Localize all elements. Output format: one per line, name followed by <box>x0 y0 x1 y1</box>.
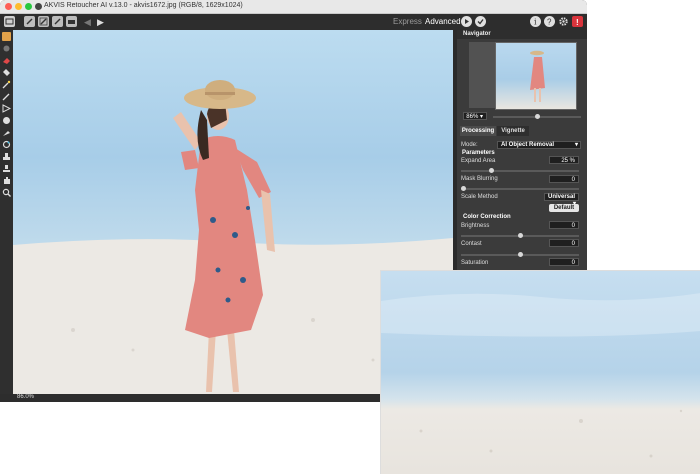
scale-method-select[interactable]: Universal▾ <box>544 193 579 207</box>
svg-text:?: ? <box>547 18 552 27</box>
title-bar: AKVIS Retoucher AI v.13.0 - akvis1672.jp… <box>0 0 587 14</box>
patch-icon[interactable] <box>2 164 11 173</box>
expand-area-slider[interactable] <box>461 170 579 172</box>
minimize-window-button[interactable] <box>15 3 22 10</box>
app-icon <box>35 3 42 10</box>
settings-icon[interactable] <box>558 16 569 27</box>
main-toolbar: ◀ ▶ Express Advanced i ? ! <box>0 14 587 30</box>
bucket-icon[interactable] <box>2 68 11 77</box>
expand-area-label: Expand Area <box>461 158 496 164</box>
tab-vignette[interactable]: Vignette <box>497 126 529 136</box>
navigator-shade <box>469 42 495 108</box>
color-correction-title: Color Correction <box>463 214 511 220</box>
navigator-title: Navigator <box>463 31 491 37</box>
brush-icon[interactable] <box>2 44 11 53</box>
edit-alt-icon[interactable] <box>38 16 49 27</box>
mask-blurring-field[interactable]: 0 <box>549 175 579 183</box>
navigator-header: Navigator <box>457 30 587 39</box>
navigator-zoom-knob[interactable] <box>535 114 540 119</box>
notifications-icon[interactable]: ! <box>572 16 583 27</box>
brush-alt-icon[interactable] <box>2 128 11 137</box>
svg-text:!: ! <box>576 18 579 26</box>
brightness-label: Brightness <box>461 223 490 229</box>
navigator-thumbnail[interactable] <box>495 42 577 110</box>
selection-icon[interactable] <box>2 116 11 125</box>
default-button[interactable]: Default <box>549 204 579 212</box>
result-preview-image <box>380 270 700 474</box>
zoom-status: 86.0% <box>17 394 35 400</box>
navigator-zoom-value: 86% <box>466 114 479 120</box>
lasso-icon[interactable] <box>2 104 11 113</box>
mask-blurring-label: Mask Blurring <box>461 176 498 182</box>
print-icon[interactable] <box>66 16 77 27</box>
scale-method-label: Scale Method <box>461 194 498 200</box>
parameters-title: Parameters <box>462 150 495 156</box>
navigator-preview-image <box>530 50 545 102</box>
apply-icon[interactable] <box>475 16 486 27</box>
open-icon[interactable] <box>4 16 15 27</box>
stamp-icon[interactable] <box>2 152 11 161</box>
mode-express-button[interactable]: Express <box>393 17 422 26</box>
mode-label: Mode: <box>461 142 478 148</box>
info-icon[interactable]: i <box>530 16 541 27</box>
expand-area-field[interactable]: 25 % <box>549 156 579 164</box>
edit-icon[interactable] <box>24 16 35 27</box>
magic-wand-icon[interactable] <box>2 80 11 89</box>
expand-area-knob[interactable] <box>489 168 495 173</box>
close-window-button[interactable] <box>5 3 12 10</box>
saturation-field[interactable]: 0 <box>549 258 579 266</box>
empty-beach-photo <box>381 293 700 458</box>
chevron-down-icon: ▾ <box>574 142 578 148</box>
svg-text:i: i <box>534 18 537 27</box>
contrast-label: Contast <box>461 241 482 247</box>
redo-icon[interactable]: ▶ <box>97 17 104 28</box>
mask-blurring-knob[interactable] <box>461 186 466 191</box>
batch-icon[interactable] <box>52 16 63 27</box>
mode-select[interactable]: AI Object Removal ▾ <box>497 141 581 149</box>
contrast-field[interactable]: 0 <box>549 239 579 247</box>
hand-tool-icon[interactable] <box>2 32 11 41</box>
undo-icon[interactable]: ◀ <box>84 17 91 28</box>
hand-icon[interactable] <box>2 176 11 185</box>
clone-icon[interactable] <box>2 140 11 149</box>
run-icon[interactable] <box>461 16 472 27</box>
mask-blurring-slider[interactable] <box>461 188 579 190</box>
tools-sidebar <box>0 30 13 394</box>
pipette-icon[interactable] <box>2 92 11 101</box>
brightness-field[interactable]: 0 <box>549 221 579 229</box>
saturation-label: Saturation <box>461 260 489 266</box>
scale-method-value: Universal <box>548 194 576 200</box>
tab-processing[interactable]: Processing <box>460 126 496 136</box>
mode-advanced-button[interactable]: Advanced <box>425 17 461 26</box>
eraser-icon[interactable] <box>2 56 11 65</box>
navigator-zoom-field[interactable]: 86% ▾ <box>463 112 487 120</box>
window-title: AKVIS Retoucher AI v.13.0 - akvis1672.jp… <box>44 2 243 9</box>
mode-select-value: AI Object Removal <box>501 142 555 148</box>
contrast-knob[interactable] <box>518 252 523 257</box>
brightness-knob[interactable] <box>518 233 523 238</box>
help-icon[interactable]: ? <box>544 16 555 27</box>
zoom-icon[interactable] <box>2 188 11 197</box>
maximize-window-button[interactable] <box>25 3 32 10</box>
